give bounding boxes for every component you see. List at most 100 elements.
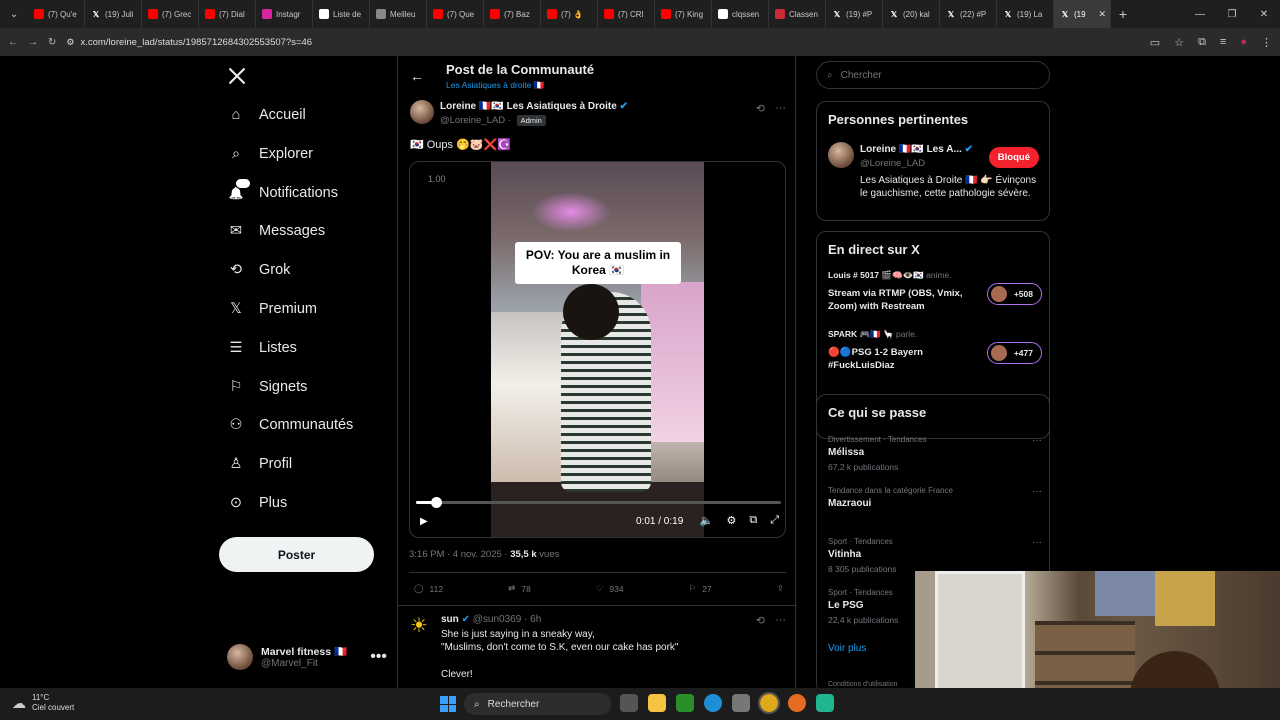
maximize-button[interactable]: ❐	[1216, 9, 1248, 20]
forward-icon[interactable]: →	[28, 37, 38, 48]
browser-tab[interactable]: Meilleu	[370, 0, 427, 28]
post-button[interactable]: Poster	[219, 537, 374, 572]
star-icon[interactable]: ☆	[1174, 36, 1184, 49]
tab-list-button[interactable]: ⌄	[0, 0, 28, 28]
profile-icon[interactable]: ●	[1240, 36, 1247, 49]
author-handle[interactable]: @Loreine_LAD	[440, 115, 505, 126]
repost-button[interactable]: ⇄ 78	[508, 583, 531, 594]
nav-item-accueil[interactable]: ⌂ Accueil	[227, 106, 306, 124]
more-icon[interactable]: ···	[775, 614, 786, 627]
browser-tab[interactable]: (7) King	[655, 0, 712, 28]
close-window-button[interactable]: ✕	[1248, 9, 1280, 20]
nav-item-plus[interactable]: ⊙ Plus	[227, 494, 287, 512]
app-icon[interactable]	[816, 694, 834, 712]
more-icon[interactable]: ···	[1032, 486, 1042, 497]
file-explorer-icon[interactable]	[648, 694, 666, 712]
browser-tab[interactable]: (7) Baz	[484, 0, 541, 28]
taskbar-search[interactable]: ⌕ Rechercher	[464, 693, 611, 715]
browser-tab[interactable]: 𝕏 (19 ✕	[1054, 0, 1111, 28]
more-icon[interactable]: ···	[775, 102, 786, 115]
minimize-button[interactable]: —	[1184, 9, 1216, 20]
task-view-icon[interactable]	[620, 694, 638, 712]
relevant-name[interactable]: Loreine 🇫🇷🇰🇷 Les A... ✔	[860, 144, 973, 155]
menu-icon[interactable]: ⋮	[1261, 36, 1272, 49]
nav-item-messages[interactable]: ✉ Messages	[227, 222, 325, 240]
video-progress-bar[interactable]	[416, 497, 781, 508]
nav-item-notifications[interactable]: 🔔 19 Notifications	[227, 177, 338, 202]
more-icon[interactable]: •••	[370, 648, 387, 666]
like-button[interactable]: ♡ 934	[596, 583, 624, 594]
browser-tab[interactable]: 𝕏 (19) #P	[826, 0, 883, 28]
trend-item[interactable]: Tendance dans la catégorie France Mazraou…	[828, 486, 1042, 513]
edge-icon[interactable]	[704, 694, 722, 712]
see-more-link[interactable]: Voir plus	[828, 643, 866, 654]
listeners-pill[interactable]: +508	[986, 283, 1042, 305]
browser-tab[interactable]: (7) Que	[427, 0, 484, 28]
browser-tab[interactable]: (7) CRI	[598, 0, 655, 28]
chrome-icon[interactable]	[758, 692, 780, 714]
more-icon[interactable]: ···	[1032, 435, 1042, 446]
reply-name[interactable]: sun	[441, 614, 459, 625]
bookmark-button[interactable]: ⚐ 27	[689, 583, 712, 594]
progress-knob[interactable]	[431, 497, 443, 508]
volume-icon[interactable]: 🔈	[700, 514, 714, 527]
trend-item[interactable]: Sport · Tendances Vitinha 8 305 publicatio…	[828, 537, 1042, 574]
share-button[interactable]: ⇪	[777, 583, 784, 594]
nav-item-signets[interactable]: ⚐ Signets	[227, 378, 308, 396]
browser-tab[interactable]: Classen	[769, 0, 826, 28]
listeners-pill[interactable]: +477	[986, 342, 1042, 364]
windows-start-icon[interactable]	[440, 696, 456, 712]
community-link[interactable]: Les Asiatiques à droite 🇫🇷	[446, 80, 544, 91]
browser-tab[interactable]: (7) Grec	[142, 0, 199, 28]
browser-tab[interactable]: 𝕏 (22) #P	[940, 0, 997, 28]
back-arrow-icon[interactable]: ←	[410, 68, 424, 84]
nav-item-premium[interactable]: 𝕏 Premium	[227, 300, 317, 318]
browser-tab[interactable]: 𝕏 (20) kal	[883, 0, 940, 28]
author-name[interactable]: Loreine 🇫🇷🇰🇷 Les Asiatiques à Droite ✔	[440, 101, 628, 112]
reply-button[interactable]: ◯ 112	[414, 583, 443, 594]
x-logo-icon[interactable]	[227, 66, 247, 86]
browser-tab[interactable]: (7) Qu'e	[28, 0, 85, 28]
browser-tab[interactable]: Liste de	[313, 0, 370, 28]
nav-item-explorer[interactable]: ⌕ Explorer	[227, 145, 313, 163]
browser-tab[interactable]: (7) Dial	[199, 0, 256, 28]
more-icon[interactable]: ···	[1032, 537, 1042, 548]
site-info-icon[interactable]: ⚙	[66, 37, 74, 48]
search-input[interactable]: ⌕ Chercher	[816, 61, 1050, 89]
back-icon[interactable]: ←	[8, 37, 18, 48]
browser-tab[interactable]: (7) 👌	[541, 0, 598, 28]
nav-item-communautés[interactable]: ⚇ Communautés	[227, 416, 354, 434]
nav-item-profil[interactable]: ♙ Profil	[227, 455, 293, 473]
firefox-icon[interactable]	[788, 694, 806, 712]
browser-tab[interactable]: clqssen	[712, 0, 769, 28]
account-switcher[interactable]: Marvel fitness 🇫🇷 @Marvel_Fit •••	[227, 644, 387, 670]
browser-tab[interactable]: 𝕏 (19) La	[997, 0, 1054, 28]
grok-icon[interactable]: ⟲	[756, 614, 765, 627]
store-icon[interactable]	[732, 694, 750, 712]
avatar[interactable]	[828, 142, 854, 168]
trend-item[interactable]: Divertissement · Tendances Mélissa 67,2 k …	[828, 435, 1042, 472]
live-item[interactable]: SPARK 🎮🇫🇷 🦙 parle. 🔴🔵PSG 1-2 Bayern #Fuck…	[828, 329, 1042, 372]
pip-icon[interactable]: ⧉	[749, 514, 757, 527]
settings-icon[interactable]: ⚙	[726, 514, 736, 527]
live-item[interactable]: Louis # 5017 🎬🧠👁️🇰🇷 anime. Stream via RTM…	[828, 270, 1042, 313]
terms-link[interactable]: Conditions d'utilisation	[828, 681, 897, 688]
cast-icon[interactable]: ▭	[1150, 36, 1160, 49]
sun-avatar-icon[interactable]: ☀	[410, 614, 434, 638]
browser-tab[interactable]: Instagr	[256, 0, 313, 28]
avatar[interactable]	[410, 100, 434, 124]
video-player[interactable]: 1.00 POV: You are a muslim in Korea 🇰🇷 ▶…	[409, 161, 786, 538]
blocked-button[interactable]: Bloqué	[988, 147, 1039, 168]
tweet-timestamp[interactable]: 3:16 PM · 4 nov. 2025 ·	[409, 549, 510, 560]
browser-tab[interactable]: 𝕏 (19) Juli	[85, 0, 142, 28]
nav-item-listes[interactable]: ☰ Listes	[227, 339, 297, 357]
close-tab-icon[interactable]: ✕	[1098, 9, 1106, 20]
extensions-icon[interactable]: ⧉	[1198, 36, 1206, 49]
xbox-icon[interactable]	[676, 694, 694, 712]
reload-icon[interactable]: ↻	[48, 37, 56, 48]
fullscreen-icon[interactable]: ⤢	[770, 514, 779, 527]
play-icon[interactable]: ▶	[420, 516, 428, 527]
media-icon[interactable]: ≡	[1220, 36, 1226, 49]
grok-icon[interactable]: ⟲	[756, 102, 765, 115]
nav-item-grok[interactable]: ⟲ Grok	[227, 261, 291, 279]
